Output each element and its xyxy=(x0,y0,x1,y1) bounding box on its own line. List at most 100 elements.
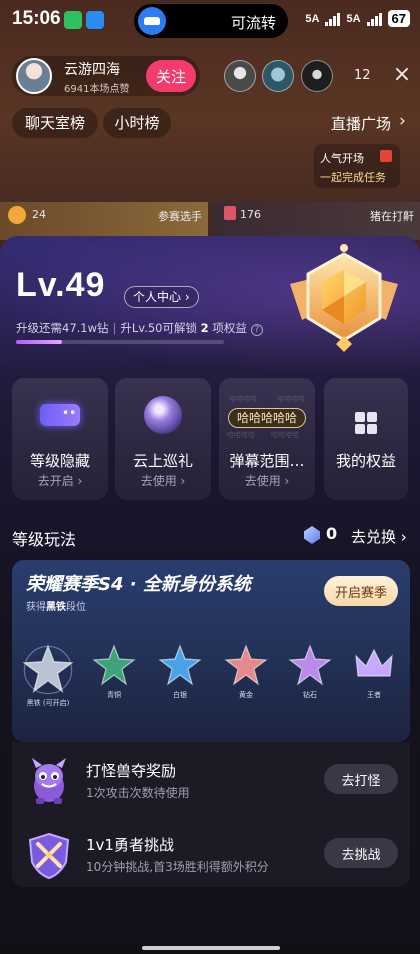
rank-label: 青铜 xyxy=(107,691,121,699)
card-title: 弹幕范围… xyxy=(229,452,305,470)
tile-label: 参赛选手 xyxy=(158,210,202,223)
bullet-comment-icon: 哈哈哈哈哈 xyxy=(227,408,307,428)
network-label-1: 5A xyxy=(305,12,320,25)
viewer-avatar[interactable] xyxy=(262,60,294,92)
close-icon[interactable]: × xyxy=(389,62,415,88)
upgrade-info: 升级还需47.1w钻 | 升Lv.50可解锁 2 项权益? xyxy=(16,320,263,336)
reward-row: 打怪兽夺奖励 1次攻击次数待使用 去打怪 xyxy=(12,750,410,810)
popularity-task[interactable]: 人气开场 一起完成任务 xyxy=(314,144,400,188)
help-icon[interactable]: ? xyxy=(250,324,263,336)
live-plaza-link[interactable]: 直播广场 xyxy=(331,113,391,134)
rank-label: 黑铁 (可开启) xyxy=(26,699,70,707)
challenge-button[interactable]: 去挑战 xyxy=(324,838,398,868)
privilege-card-cloud-tour[interactable]: 云上巡礼 去使用 › xyxy=(115,378,211,500)
car-icon xyxy=(138,7,166,35)
level-title: Lv.49 xyxy=(16,266,106,304)
card-action[interactable]: 去使用 › xyxy=(219,472,315,489)
privilege-cards: 等级隐藏 去开启 › 云上巡礼 去使用 › 哈哈哈哈 哈哈哈哈 哈哈哈哈 哈哈哈… xyxy=(12,378,408,500)
stream-tile-right[interactable]: 176 猪在打鼾 xyxy=(212,202,420,240)
season-sub-suffix: 段位 xyxy=(66,602,86,613)
gem-icon xyxy=(304,526,320,544)
task-title: 人气开场 xyxy=(320,152,364,165)
anchor-name: 云游四海 xyxy=(64,62,120,78)
avatar[interactable] xyxy=(16,58,52,94)
task-subtitle: 一起完成任务 xyxy=(320,171,386,184)
level-progress-fill xyxy=(16,340,62,344)
battery-icon: 67 xyxy=(387,10,410,27)
section-title: 等级玩法 xyxy=(12,530,77,549)
status-indicators: 5A 5A 67 xyxy=(305,10,410,27)
ghost-text: 哈哈哈哈 xyxy=(229,395,257,403)
rank-item: 王者 xyxy=(344,644,404,700)
tile-count: 176 xyxy=(240,208,261,221)
reward-subtitle: 1次攻击次数待使用 xyxy=(86,786,190,800)
rank-label: 白银 xyxy=(173,691,187,699)
card-action[interactable]: 去使用 › xyxy=(115,472,211,489)
points-value: 0 xyxy=(326,524,338,543)
bookmark-icon xyxy=(224,206,236,220)
status-time: 15:06 xyxy=(12,8,61,29)
crown-icon xyxy=(355,648,393,677)
dynamic-island[interactable]: 可流转 xyxy=(134,4,288,38)
rank-item: 青铜 xyxy=(84,644,144,700)
level-panel: Lv.49 个人中心 › 升级还需47.1w钻 | 升Lv.50可解锁 2 项权益?… xyxy=(0,236,420,954)
upgrade-unlock-text: 升Lv.50可解锁 xyxy=(120,321,197,335)
reward-row: 1v1勇者挑战 10分钟挑战,首3场胜利得额外积分 去挑战 xyxy=(12,824,410,884)
stream-tile-left[interactable]: 24 参赛选手 xyxy=(0,202,208,240)
home-indicator[interactable] xyxy=(142,946,280,950)
rank-item: 白银 xyxy=(150,644,210,700)
privilege-card-my-rights[interactable]: 我的权益 xyxy=(324,378,408,500)
star-badge-icon xyxy=(92,644,136,686)
start-season-button[interactable]: 开启赛季 xyxy=(324,576,398,606)
star-badge-icon xyxy=(288,644,332,686)
network-label-2: 5A xyxy=(346,12,361,25)
exchange-link[interactable]: 去兑换 › xyxy=(351,526,407,547)
season-card: 荣耀赛季S4 · 全新身份系统 获得黑铁段位 开启赛季 黑铁 (可开启) 青铜 白银… xyxy=(12,560,410,742)
chatroom-rank-chip[interactable]: 聊天室榜 xyxy=(12,108,98,138)
privilege-card-bullet-range[interactable]: 哈哈哈哈 哈哈哈哈 哈哈哈哈 哈哈哈哈 哈哈哈哈哈 弹幕范围… 去使用 › xyxy=(219,378,315,500)
status-bar: 15:06 可流转 5A 5A 67 xyxy=(0,0,420,40)
tile-label: 猪在打鼾 xyxy=(370,210,414,223)
message-icon xyxy=(86,11,104,29)
card-action[interactable]: 去开启 › xyxy=(12,472,108,489)
card-title: 我的权益 xyxy=(335,452,396,470)
personal-center-button[interactable]: 个人中心 › xyxy=(124,286,199,308)
grid-icon xyxy=(355,412,377,434)
reward-subtitle: 10分钟挑战,首3场胜利得额外积分 xyxy=(86,860,269,874)
privilege-card-hide-level[interactable]: 等级隐藏 去开启 › xyxy=(12,378,108,500)
unlock-count: 2 xyxy=(200,321,209,335)
upgrade-requirement: 升级还需47.1w钻 xyxy=(16,321,109,335)
fight-monster-button[interactable]: 去打怪 xyxy=(324,764,398,794)
gift-icon xyxy=(380,150,392,162)
reward-card: 打怪兽夺奖励 1次攻击次数待使用 去打怪 1v1勇者挑战 10分钟挑战,首3场胜… xyxy=(12,742,410,887)
star-badge-icon xyxy=(158,644,202,686)
island-text: 可流转 xyxy=(230,14,276,32)
card-title: 云上巡礼 xyxy=(132,452,193,470)
ghost-text: 哈哈哈哈 xyxy=(277,395,305,403)
chevron-right-icon[interactable]: › xyxy=(399,111,406,131)
season-subtitle: 获得黑铁段位 xyxy=(26,598,86,613)
ghost-text: 哈哈哈哈 xyxy=(271,431,299,439)
level-progress xyxy=(16,340,224,344)
rank-label: 黄金 xyxy=(239,691,253,699)
viewer-count[interactable]: 12 xyxy=(354,68,371,83)
monster-icon xyxy=(32,758,66,804)
rank-item: 黑铁 (可开启) xyxy=(18,644,78,708)
rank-label: 王者 xyxy=(367,691,381,699)
signal-icon xyxy=(325,12,341,26)
ghost-text: 哈哈哈哈 xyxy=(227,431,255,439)
rank-item: 黄金 xyxy=(216,644,276,700)
separator: | xyxy=(112,321,117,335)
signal-icon-2 xyxy=(366,12,382,26)
viewer-avatar[interactable] xyxy=(301,60,333,92)
medal-icon xyxy=(8,206,26,224)
viewer-avatar[interactable] xyxy=(224,60,256,92)
card-title: 等级隐藏 xyxy=(29,452,90,470)
follow-button[interactable]: 关注 xyxy=(146,60,196,92)
anchor-info[interactable]: 云游四海 6941本场点赞 关注 xyxy=(12,56,200,96)
eye-badge-icon xyxy=(40,404,80,426)
wechat-icon xyxy=(64,11,82,29)
rank-label: 钻石 xyxy=(303,691,317,699)
unlock-suffix: 项权益 xyxy=(212,321,247,335)
hour-rank-chip[interactable]: 小时榜 xyxy=(103,108,171,138)
